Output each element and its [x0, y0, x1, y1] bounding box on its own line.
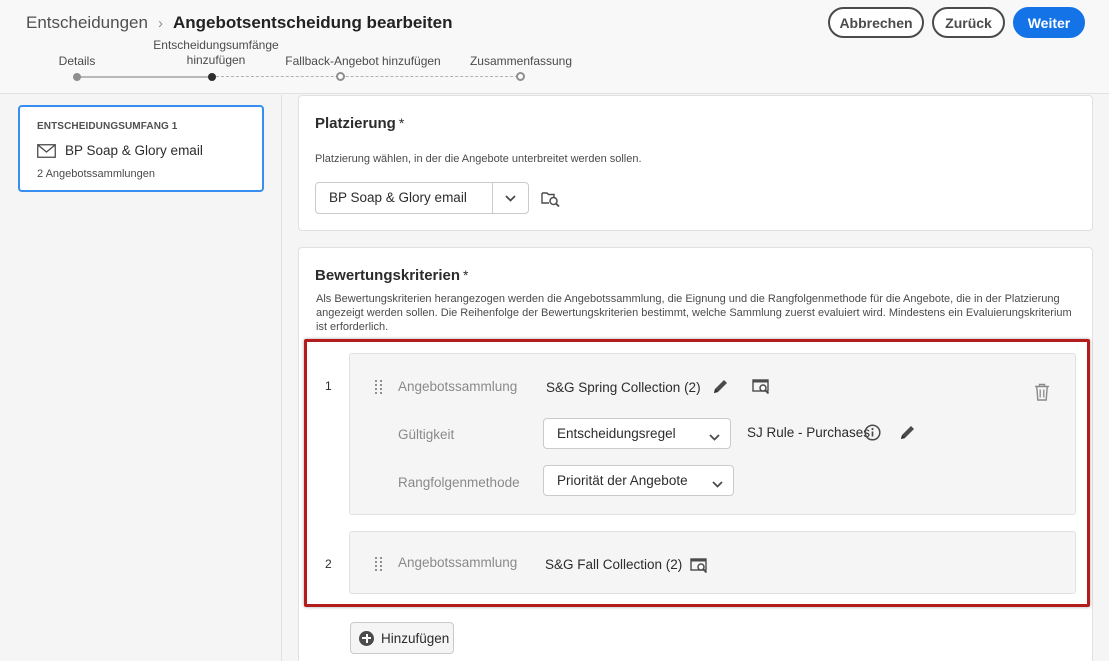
placement-picker[interactable]: BP Soap & Glory email: [315, 182, 529, 214]
next-button[interactable]: Weiter: [1013, 7, 1085, 38]
highlight-annotation: [304, 339, 1090, 607]
placement-description: Platzierung wählen, in der die Angebote …: [315, 153, 642, 165]
step-scopes-dot[interactable]: [208, 73, 216, 81]
step-summary-dot[interactable]: [516, 72, 525, 81]
placement-panel: Platzierung * Platzierung wählen, in der …: [298, 95, 1093, 231]
chevron-down-icon[interactable]: [492, 183, 528, 213]
criteria-description-line3: ist erforderlich.: [316, 321, 389, 333]
add-criterion-label: Hinzufügen: [381, 630, 450, 646]
placement-title: Platzierung *: [315, 115, 404, 132]
decision-scope-card[interactable]: ENTSCHEIDUNGSUMFANG 1 BP Soap & Glory em…: [18, 105, 264, 192]
criteria-description-line2: angezeigt werden sollen. Die Reihenfolge…: [316, 307, 1072, 319]
add-criterion-button[interactable]: Hinzufügen: [350, 622, 454, 654]
page-title: Angebotsentscheidung bearbeiten: [172, 13, 453, 32]
step-fallback-label[interactable]: Fallback-Angebot hinzufügen: [278, 54, 448, 69]
step-details-dot[interactable]: [73, 73, 81, 81]
stepper-line-pending: [216, 76, 518, 77]
breadcrumb: Entscheidungen › Angebotsentscheidung be…: [26, 13, 453, 33]
breadcrumb-parent-link[interactable]: Entscheidungen: [26, 13, 148, 33]
cancel-button[interactable]: Abbrechen: [828, 7, 924, 38]
scope-name: BP Soap & Glory email: [65, 143, 203, 158]
criteria-description-line1: Als Bewertungskriterien herangezogen wer…: [316, 293, 1060, 305]
step-fallback-dot[interactable]: [336, 72, 345, 81]
criteria-title-text: Bewertungskriterien: [315, 267, 461, 284]
step-scopes-label-line1: Entscheidungsumfänge: [153, 38, 279, 52]
breadcrumb-separator: ›: [157, 14, 163, 32]
stepper-line-completed: [80, 76, 210, 78]
required-marker: *: [463, 267, 469, 283]
add-circle-icon: [359, 630, 374, 646]
criteria-description: Als Bewertungskriterien herangezogen wer…: [316, 292, 1086, 334]
placement-picker-value: BP Soap & Glory email: [329, 190, 467, 205]
step-scopes-label-line2: hinzufügen: [186, 53, 246, 67]
criteria-title: Bewertungskriterien *: [315, 267, 469, 284]
email-icon: [37, 143, 56, 158]
scope-title: ENTSCHEIDUNGSUMFANG 1: [37, 121, 178, 132]
scope-name-row: BP Soap & Glory email: [37, 143, 203, 158]
step-details-label[interactable]: Details: [40, 54, 114, 69]
step-scopes-label[interactable]: Entscheidungsumfänge hinzufügen: [146, 38, 286, 68]
header: Entscheidungen › Angebotsentscheidung be…: [0, 0, 1109, 94]
browse-placement-icon[interactable]: [540, 189, 560, 207]
step-summary-label[interactable]: Zusammenfassung: [466, 54, 576, 69]
back-button[interactable]: Zurück: [932, 7, 1005, 38]
sidebar: ENTSCHEIDUNGSUMFANG 1 BP Soap & Glory em…: [0, 95, 282, 661]
scope-collection-count: 2 Angebotssammlungen: [37, 168, 156, 180]
required-marker: *: [398, 115, 405, 131]
placement-title-text: Platzierung: [315, 115, 396, 132]
